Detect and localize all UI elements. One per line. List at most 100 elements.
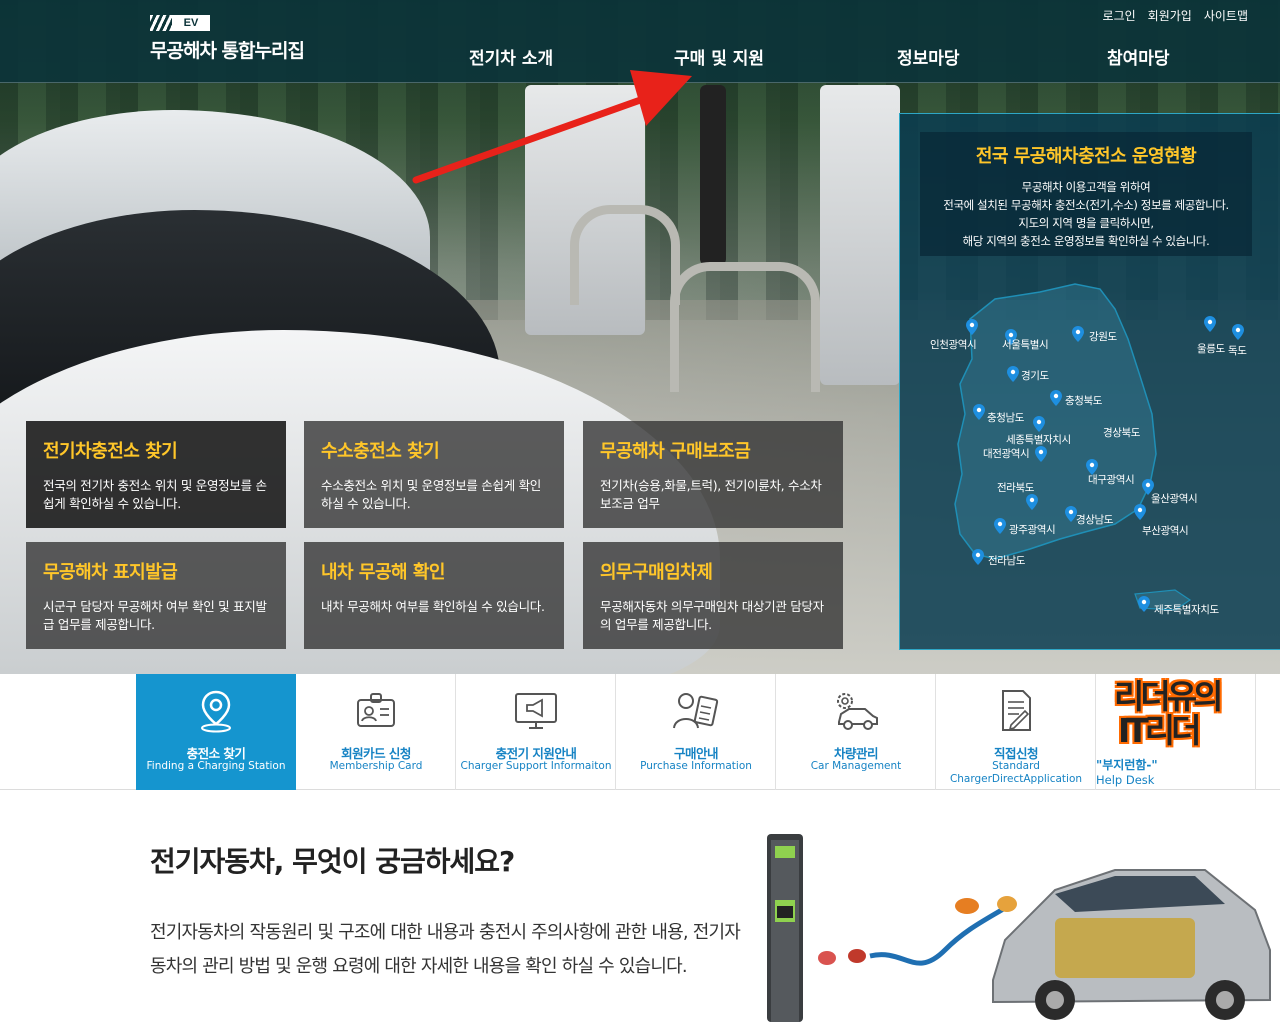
- quick-purchase-info[interactable]: 구매안내 Purchase Information: [616, 674, 776, 790]
- map-title: 전국 무공해차충전소 운영현황: [975, 146, 1197, 167]
- info-box-desc: 시군구 담당자 무공해차 여부 확인 및 표지발급 업무를 제공합니다.: [43, 599, 267, 632]
- quick-charger-support[interactable]: 충전기 지원안내 Charger Support Informaiton: [456, 674, 616, 790]
- map-pin-icon: [994, 518, 1006, 534]
- info-box-desc: 무공해자동차 의무구매임차 대상기관 담당자의 업무를 제공합니다.: [600, 599, 824, 632]
- region-sejong[interactable]: 세종특별자치시: [1006, 432, 1071, 447]
- signup-link[interactable]: 회원가입: [1148, 7, 1192, 24]
- ev-charger-search-box[interactable]: 전기차충전소 찾기 전국의 전기차 충전소 위치 및 운영정보를 손쉽게 확인하…: [26, 421, 286, 528]
- login-link[interactable]: 로그인: [1103, 7, 1136, 24]
- map-pin-icon: [1232, 324, 1244, 340]
- region-dokdo[interactable]: 독도: [1228, 343, 1247, 358]
- map-pin-icon: [1050, 390, 1062, 406]
- map-desc-line: 해당 지역의 충전소 운영정보를 확인하실 수 있습니다.: [962, 234, 1210, 248]
- quick-charging-station[interactable]: 충전소 찾기 Finding a Charging Station: [136, 674, 296, 790]
- utility-links: 로그인 회원가입 사이트맵: [1103, 7, 1248, 24]
- nav-ev-intro[interactable]: 전기차 소개: [469, 44, 553, 69]
- purchase-subsidy-box[interactable]: 무공해차 구매보조금 전기차(승용,화물,트럭), 전기이륜차, 수소차 보조금…: [583, 421, 843, 528]
- logo-ev-tag: EV: [172, 15, 210, 31]
- region-chungnam[interactable]: 충청남도: [987, 410, 1024, 425]
- map-pin-icon: [1072, 326, 1084, 342]
- person-document-icon: [673, 693, 719, 729]
- safety-rail-image: [670, 262, 820, 392]
- section-description: 전기자동차의 작동원리 및 구조에 대한 내용과 충전시 주의사항에 관한 내용…: [150, 922, 741, 977]
- section-title: 전기자동차, 무엇이 궁금하세요?: [150, 845, 515, 878]
- map-pin-icon: [1134, 504, 1146, 520]
- hydrogen-station-search-box[interactable]: 수소충전소 찾기 수소충전소 위치 및 운영정보를 손쉽게 확인하실 수 있습니…: [304, 421, 564, 528]
- main-nav: 전기차 소개 구매 및 지원 정보마당 참여마당: [0, 44, 1280, 70]
- info-box-title: 수소충전소 찾기: [321, 441, 440, 462]
- nav-purchase-support[interactable]: 구매 및 지원: [674, 44, 764, 69]
- map-pin-icon: [1007, 366, 1019, 382]
- info-box-desc: 전국의 전기차 충전소 위치 및 운영정보를 손쉽게 확인하실 수 있습니다.: [43, 478, 267, 511]
- map-pin-icon: [972, 549, 984, 565]
- info-box-desc: 내차 무공해차 여부를 확인하실 수 있습니다.: [321, 599, 545, 614]
- info-box-title: 전기차충전소 찾기: [43, 441, 178, 462]
- region-incheon[interactable]: 인천광역시: [930, 337, 977, 352]
- promo-small-text: "부지런함-": [1096, 758, 1158, 772]
- info-box-title: 무공해차 구매보조금: [600, 441, 751, 462]
- info-box-title: 내차 무공해 확인: [321, 562, 445, 583]
- region-jeonbuk[interactable]: 전라북도: [997, 480, 1034, 495]
- region-seoul[interactable]: 서울특별시: [1002, 337, 1049, 352]
- map-header: 전국 무공해차충전소 운영현황 무공해차 이용고객을 위하여 전국에 설치된 무…: [920, 132, 1252, 256]
- map-pin-icon: [1033, 416, 1045, 432]
- monitor-megaphone-icon: [515, 693, 557, 729]
- map-desc: 무공해차 이용고객을 위하여 전국에 설치된 무공해차 충전소(전기,수소) 정…: [920, 178, 1252, 250]
- map-pin-icon: [1035, 446, 1047, 462]
- ev-logo-mark: EV: [150, 15, 210, 31]
- map-pin-icon: [973, 404, 985, 420]
- mandatory-purchase-box[interactable]: 의무구매임차제 무공해자동차 의무구매임차 대상기관 담당자의 업무를 제공합니…: [583, 542, 843, 649]
- promo-line2: IT리더: [1118, 711, 1201, 750]
- nav-info[interactable]: 정보마당: [897, 44, 960, 69]
- promo-line1: 리더유의: [1114, 677, 1223, 716]
- charger-post-image: [700, 85, 726, 265]
- region-jeju[interactable]: 제주특별자치도: [1154, 602, 1219, 617]
- region-chungbuk[interactable]: 충청북도: [1065, 393, 1102, 408]
- info-box-desc: 전기차(승용,화물,트럭), 전기이륜차, 수소차 보조금 업무: [600, 478, 822, 511]
- map-pin-icon: [1204, 316, 1216, 332]
- quick-label-en: Purchase Information: [640, 760, 752, 772]
- info-box-title: 의무구매임차제: [600, 562, 713, 583]
- quick-direct-application[interactable]: 직접신청 Standard ChargerDirectApplication: [936, 674, 1096, 790]
- document-pen-icon: [1002, 690, 1031, 731]
- map-pin-icon: [1026, 494, 1038, 510]
- region-gyeongnam[interactable]: 경상남도: [1076, 512, 1113, 527]
- quick-label-en: Finding a Charging Station: [146, 760, 286, 772]
- site-header: EV 무공해차 통합누리집 로그인 회원가입 사이트맵 전기차 소개 구매 및 …: [0, 0, 1280, 83]
- help-desk-label: Help Desk: [1096, 773, 1155, 787]
- my-car-check-box[interactable]: 내차 무공해 확인 내차 무공해차 여부를 확인하실 수 있습니다.: [304, 542, 564, 649]
- quick-label-en: Car Management: [810, 760, 902, 772]
- quick-label-en: Standard ChargerDirectApplication: [949, 760, 1083, 785]
- info-box-desc: 수소충전소 위치 및 운영정보를 손쉽게 확인하실 수 있습니다.: [321, 478, 541, 511]
- region-ulsan[interactable]: 울산광역시: [1151, 491, 1198, 506]
- map-desc-line: 무공해차 이용고객을 위하여: [1021, 180, 1151, 194]
- quick-car-management[interactable]: 차량관리 Car Management: [776, 674, 936, 790]
- region-busan[interactable]: 부산광역시: [1142, 523, 1189, 538]
- safety-rail-image: [570, 205, 680, 305]
- region-daegu[interactable]: 대구광역시: [1088, 472, 1135, 487]
- charging-status-map-panel: 전국 무공해차충전소 운영현황 무공해차 이용고객을 위하여 전국에 설치된 무…: [899, 113, 1280, 650]
- region-jeonnam[interactable]: 전라남도: [988, 553, 1025, 568]
- map-desc-line: 지도의 지역 명을 클릭하시면,: [1018, 216, 1154, 230]
- region-daejeon[interactable]: 대전광역시: [983, 446, 1030, 461]
- map-pin-icon: [966, 319, 978, 335]
- ev-charger-car-illustration: [767, 834, 1271, 1022]
- charger-unit-image: [820, 85, 900, 385]
- map-pin-icon: [1138, 596, 1150, 612]
- region-gwangju[interactable]: 광주광역시: [1009, 522, 1056, 537]
- location-pin-icon: [201, 690, 231, 733]
- quick-label-en: Charger Support Informaiton: [460, 760, 612, 772]
- sitemap-link[interactable]: 사이트맵: [1204, 7, 1248, 24]
- quick-menu-bar: 충전소 찾기 Finding a Charging Station 회원카드 신…: [0, 674, 1280, 790]
- quick-label-en: Membership Card: [329, 760, 423, 772]
- region-gangwon[interactable]: 강원도: [1089, 329, 1117, 344]
- region-ulleung[interactable]: 울릉도: [1197, 341, 1225, 356]
- logo-stripes-icon: [150, 15, 172, 31]
- map-desc-line: 전국에 설치된 무공해차 충전소(전기,수소) 정보를 제공합니다.: [943, 198, 1229, 212]
- quick-membership-card[interactable]: 회원카드 신청 Membership Card: [296, 674, 456, 790]
- label-issuance-box[interactable]: 무공해차 표지발급 시군구 담당자 무공해차 여부 확인 및 표지발급 업무를 …: [26, 542, 286, 649]
- nav-participation[interactable]: 참여마당: [1107, 44, 1170, 69]
- region-gyeongbuk[interactable]: 경상북도: [1103, 425, 1140, 440]
- help-desk-promo[interactable]: 리더유의 IT리더 "부지런함-" Help Desk: [1096, 674, 1256, 790]
- region-gyeonggi[interactable]: 경기도: [1021, 368, 1049, 383]
